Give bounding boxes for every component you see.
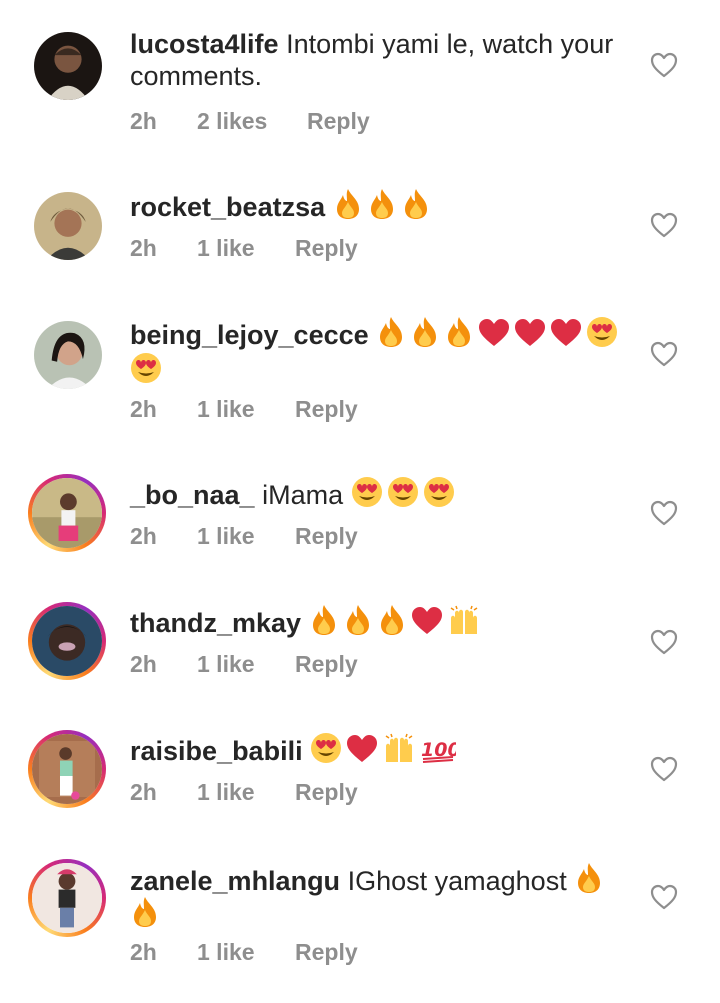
fire-emoji-icon <box>343 604 373 643</box>
comment-meta: 2h 1 like Reply <box>130 523 358 550</box>
comment-likes-count[interactable]: 1 like <box>197 651 295 678</box>
like-heart-icon[interactable] <box>650 52 678 78</box>
fire-emoji-icon <box>401 188 431 227</box>
red-heart-emoji-icon <box>478 318 510 355</box>
heart-eyes-emoji-icon <box>387 476 419 515</box>
comment-meta: 2h 1 like Reply <box>130 396 358 423</box>
avatar[interactable] <box>34 321 102 389</box>
fire-emoji-icon <box>377 604 407 643</box>
heart-eyes-emoji-icon <box>586 316 618 355</box>
comment-username[interactable]: _bo_naa_ <box>130 480 255 510</box>
like-heart-icon[interactable] <box>650 212 678 238</box>
red-heart-emoji-icon <box>514 318 546 355</box>
comment-username[interactable]: being_lejoy_cecce <box>130 320 369 350</box>
comment-timestamp: 2h <box>130 779 157 805</box>
raised-hands-emoji-icon <box>447 604 481 643</box>
avatar[interactable] <box>34 192 102 260</box>
comment-username[interactable]: lucosta4life <box>130 29 279 59</box>
comment-timestamp: 2h <box>130 939 157 965</box>
reply-button[interactable]: Reply <box>295 523 358 550</box>
reply-button[interactable]: Reply <box>307 108 370 135</box>
heart-eyes-emoji-icon <box>310 732 342 771</box>
comment-meta: 2h 1 like Reply <box>130 779 358 806</box>
avatar[interactable] <box>28 474 106 552</box>
comment-username[interactable]: thandz_mkay <box>130 608 301 638</box>
like-heart-icon[interactable] <box>650 756 678 782</box>
avatar[interactable] <box>28 602 106 680</box>
comment-username[interactable]: zanele_mhlangu <box>130 866 340 896</box>
comment-meta: 2h 1 like Reply <box>130 235 358 262</box>
comment-text-continued <box>130 896 630 935</box>
comment-text: lucosta4life Intombi yami le, watch your <box>130 28 630 60</box>
fire-emoji-icon <box>410 316 440 355</box>
red-heart-emoji-icon <box>346 734 378 771</box>
comment-text: raisibe_babili 100 <box>130 732 630 771</box>
comment-likes-count[interactable]: 1 like <box>197 779 295 806</box>
like-heart-icon[interactable] <box>650 500 678 526</box>
comment-text: rocket_beatzsa <box>130 188 630 227</box>
reply-button[interactable]: Reply <box>295 779 358 806</box>
reply-button[interactable]: Reply <box>295 396 358 423</box>
avatar[interactable] <box>28 859 106 937</box>
red-heart-emoji-icon <box>411 606 443 643</box>
comment-username[interactable]: raisibe_babili <box>130 736 303 766</box>
reply-button[interactable]: Reply <box>295 235 358 262</box>
heart-eyes-emoji-icon <box>351 476 383 515</box>
avatar[interactable] <box>34 32 102 100</box>
comment-meta: 2h 2 likes Reply <box>130 108 370 135</box>
comment-likes-count[interactable]: 1 like <box>197 396 295 423</box>
fire-emoji-icon <box>309 604 339 643</box>
comment-text: _bo_naa_ iMama <box>130 476 630 515</box>
comment-likes-count[interactable]: 2 likes <box>197 108 307 135</box>
reply-button[interactable]: Reply <box>295 939 358 966</box>
comment-likes-count[interactable]: 1 like <box>197 523 295 550</box>
comment-likes-count[interactable]: 1 like <box>197 235 295 262</box>
comment-meta: 2h 1 like Reply <box>130 939 358 966</box>
comment-text: thandz_mkay <box>130 604 630 643</box>
comment-text-continued: comments. <box>130 60 630 92</box>
comment-body: iMama <box>262 480 344 510</box>
red-heart-emoji-icon <box>550 318 582 355</box>
comment-timestamp: 2h <box>130 235 157 261</box>
comment-text-continued <box>130 352 630 391</box>
like-heart-icon[interactable] <box>650 341 678 367</box>
comment-likes-count[interactable]: 1 like <box>197 939 295 966</box>
comment-text: being_lejoy_cecce <box>130 316 630 355</box>
fire-emoji-icon <box>333 188 363 227</box>
fire-emoji-icon <box>376 316 406 355</box>
like-heart-icon[interactable] <box>650 884 678 910</box>
comment-meta: 2h 1 like Reply <box>130 651 358 678</box>
comment-timestamp: 2h <box>130 108 157 134</box>
reply-button[interactable]: Reply <box>295 651 358 678</box>
comment-timestamp: 2h <box>130 396 157 422</box>
comment-timestamp: 2h <box>130 523 157 549</box>
comment-timestamp: 2h <box>130 651 157 677</box>
like-heart-icon[interactable] <box>650 629 678 655</box>
heart-eyes-emoji-icon <box>130 352 162 391</box>
comment-body-continued: comments. <box>130 61 263 91</box>
fire-emoji-icon <box>367 188 397 227</box>
comment-username[interactable]: rocket_beatzsa <box>130 192 325 222</box>
heart-eyes-emoji-icon <box>423 476 455 515</box>
comment-body: Intombi yami le, watch your <box>286 29 614 59</box>
fire-emoji-icon <box>444 316 474 355</box>
raised-hands-emoji-icon <box>382 732 416 771</box>
hundred-emoji-icon: 100 <box>420 732 461 771</box>
avatar[interactable] <box>28 730 106 808</box>
fire-emoji-icon <box>130 896 160 935</box>
comment-body: IGhost yamaghost <box>347 866 567 896</box>
